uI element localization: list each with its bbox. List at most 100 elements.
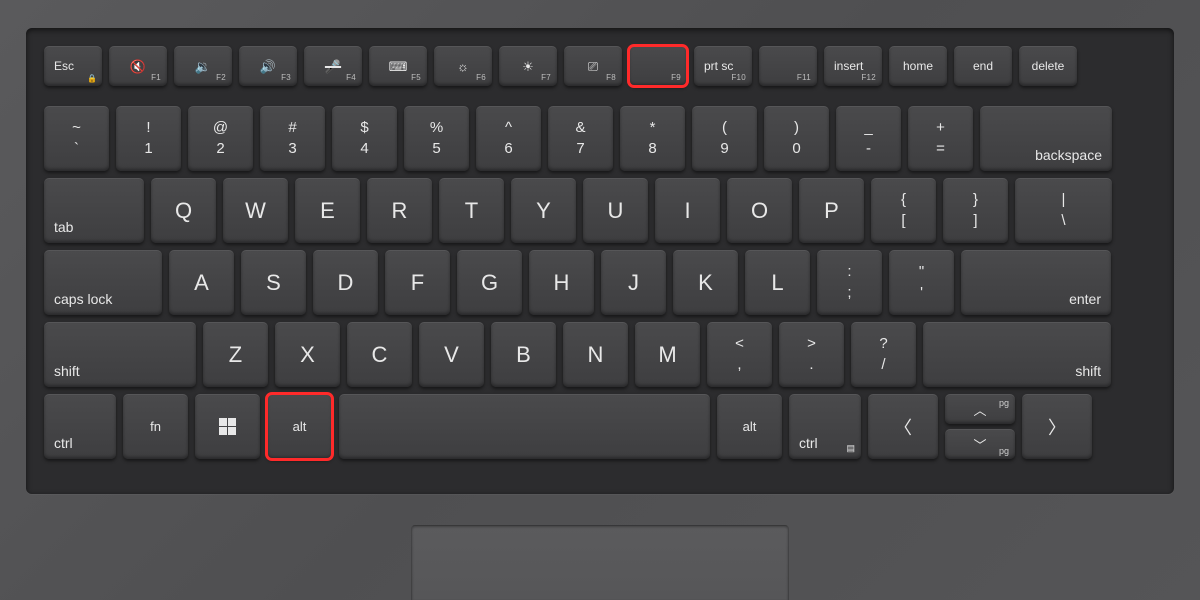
key-backtick[interactable]: ~` [44,106,109,171]
windows-icon [219,418,237,436]
key-home[interactable]: home [889,46,947,86]
key-d[interactable]: D [313,250,378,315]
key-t[interactable]: T [439,178,504,243]
key-alt-left[interactable]: alt [267,394,332,459]
key-fn[interactable]: fn [123,394,188,459]
key-end[interactable]: end [954,46,1012,86]
backlight-icon: ⌨ [389,60,408,73]
key-c[interactable]: C [347,322,412,387]
brightness-down-icon: ☼ [457,60,469,73]
key-h[interactable]: H [529,250,594,315]
touchpad[interactable] [411,525,789,600]
fn-sub: F6 [476,73,486,82]
display-switch-icon: ⎚ [588,60,598,73]
key-space[interactable] [339,394,710,459]
fn-sub: F10 [731,73,746,82]
key-7[interactable]: &7 [548,106,613,171]
key-label: home [903,59,933,73]
key-label: caps lock [54,291,112,307]
key-backspace[interactable]: backspace [980,106,1112,171]
key-r[interactable]: R [367,178,432,243]
key-period[interactable]: >. [779,322,844,387]
key-w[interactable]: W [223,178,288,243]
arrow-up-down-stack: ︿ pg ﹀pg [945,394,1015,459]
key-f8[interactable]: ⎚F8 [564,46,622,86]
key-capslock[interactable]: caps lock [44,250,162,315]
key-delete[interactable]: delete [1019,46,1077,86]
key-f5[interactable]: ⌨F5 [369,46,427,86]
key-minus[interactable]: _- [836,106,901,171]
key-z[interactable]: Z [203,322,268,387]
key-a[interactable]: A [169,250,234,315]
key-equals[interactable]: += [908,106,973,171]
key-2[interactable]: @2 [188,106,253,171]
key-f[interactable]: F [385,250,450,315]
fn-sub: F1 [151,73,161,82]
key-arrow-left[interactable]: 〈 [868,394,938,459]
key-quote[interactable]: "' [889,250,954,315]
key-i[interactable]: I [655,178,720,243]
row-numbers: ~` !1 @2 #3 $4 %5 ^6 &7 *8 (9 )0 _- += b… [44,106,1156,171]
key-arrow-right[interactable]: 〉 [1022,394,1092,459]
key-x[interactable]: X [275,322,340,387]
key-f11[interactable]: F11 [759,46,817,86]
key-6[interactable]: ^6 [476,106,541,171]
pg-label: pg [999,446,1009,456]
key-label: tab [54,219,73,235]
key-alt-right[interactable]: alt [717,394,782,459]
key-bracket-right[interactable]: }] [943,178,1008,243]
key-j[interactable]: J [601,250,666,315]
key-enter[interactable]: enter [961,250,1111,315]
key-f7[interactable]: ☀F7 [499,46,557,86]
chevron-up-icon: ︿ [973,400,986,419]
fn-sub: F4 [346,73,356,82]
key-0[interactable]: )0 [764,106,829,171]
key-esc[interactable]: Esc 🔒 [44,46,102,86]
key-p[interactable]: P [799,178,864,243]
key-k[interactable]: K [673,250,738,315]
key-n[interactable]: N [563,322,628,387]
key-label: shift [54,363,80,379]
key-windows[interactable] [195,394,260,459]
key-9[interactable]: (9 [692,106,757,171]
key-f1[interactable]: 🔇F1 [109,46,167,86]
key-slash[interactable]: ?/ [851,322,916,387]
key-m[interactable]: M [635,322,700,387]
key-s[interactable]: S [241,250,306,315]
key-f9[interactable]: F9 [629,46,687,86]
key-backslash[interactable]: |\ [1015,178,1112,243]
key-f2[interactable]: 🔉F2 [174,46,232,86]
key-semicolon[interactable]: :; [817,250,882,315]
key-g[interactable]: G [457,250,522,315]
key-bracket-left[interactable]: {[ [871,178,936,243]
key-f4[interactable]: 🎤F4 [304,46,362,86]
key-arrow-up[interactable]: ︿ pg [945,394,1015,424]
key-shift-left[interactable]: shift [44,322,196,387]
key-tab[interactable]: tab [44,178,144,243]
key-4[interactable]: $4 [332,106,397,171]
key-comma[interactable]: <, [707,322,772,387]
key-ctrl-right[interactable]: ctrl▤ [789,394,861,459]
key-5[interactable]: %5 [404,106,469,171]
key-8[interactable]: *8 [620,106,685,171]
fn-sub: F9 [671,73,681,82]
key-insert[interactable]: insertF12 [824,46,882,86]
key-e[interactable]: E [295,178,360,243]
key-arrow-down[interactable]: ﹀pg [945,429,1015,459]
key-1[interactable]: !1 [116,106,181,171]
key-3[interactable]: #3 [260,106,325,171]
key-v[interactable]: V [419,322,484,387]
key-o[interactable]: O [727,178,792,243]
key-q[interactable]: Q [151,178,216,243]
key-f3[interactable]: 🔊F3 [239,46,297,86]
pg-label: pg [999,398,1009,408]
fn-sub: F5 [411,73,421,82]
key-shift-right[interactable]: shift [923,322,1111,387]
key-b[interactable]: B [491,322,556,387]
key-u[interactable]: U [583,178,648,243]
key-y[interactable]: Y [511,178,576,243]
key-ctrl-left[interactable]: ctrl [44,394,116,459]
key-prtsc[interactable]: prt scF10 [694,46,752,86]
key-f6[interactable]: ☼ F6 [434,46,492,86]
key-l[interactable]: L [745,250,810,315]
